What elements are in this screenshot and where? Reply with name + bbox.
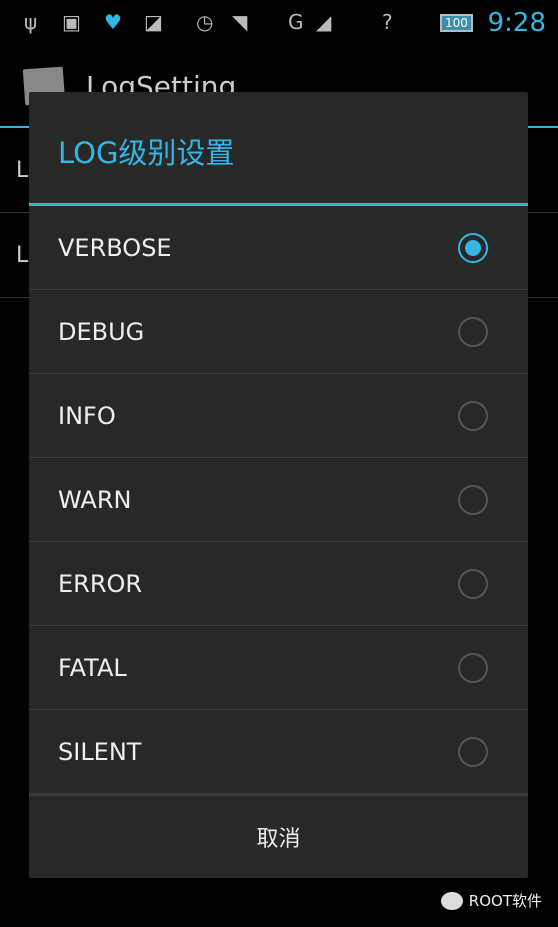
wechat-icon [440, 891, 463, 910]
radio-button[interactable] [458, 736, 488, 767]
network-type: G [288, 10, 304, 34]
option-verbose[interactable]: VERBOSE [29, 206, 528, 290]
image-icon: ◪ [144, 10, 163, 34]
option-label: SILENT [58, 737, 142, 766]
option-label: INFO [58, 401, 116, 430]
wifi-icon: ◥ [232, 10, 248, 34]
option-debug[interactable]: DEBUG [29, 290, 528, 374]
option-warn[interactable]: WARN [29, 458, 528, 542]
option-label: VERBOSE [58, 233, 172, 262]
option-label: WARN [58, 485, 132, 514]
clock: 9:28 [487, 8, 546, 38]
option-info[interactable]: INFO [29, 374, 528, 458]
log-level-dialog: LOG级别设置 VERBOSE DEBUG INFO WARN ERROR FATAL SI… [29, 92, 528, 878]
option-label: FATAL [58, 653, 127, 682]
option-silent[interactable]: SILENT [29, 710, 528, 794]
list-item[interactable]: L [16, 243, 28, 268]
radio-button[interactable] [458, 316, 488, 347]
usb-icon: ψ [24, 10, 38, 34]
option-error[interactable]: ERROR [29, 542, 528, 626]
shield-icon: ♥ [104, 10, 122, 34]
signal-icon: ◢ [316, 10, 332, 34]
dialog-title: LOG级别设置 [58, 136, 235, 170]
list-item[interactable]: L [16, 158, 28, 183]
cancel-button[interactable]: 取消 [29, 794, 528, 878]
watermark: ROOT软件 [440, 890, 542, 911]
radio-button[interactable] [458, 484, 488, 515]
radio-button[interactable] [458, 568, 488, 599]
option-label: ERROR [58, 569, 143, 598]
sim-unknown-icon: ? [382, 10, 393, 34]
radio-button[interactable] [458, 652, 488, 683]
alarm-icon: ◷ [196, 10, 214, 34]
status-bar: ψ ▣ ♥ ◪ ◷ ◥ G ◢ ? 100 9:28 [0, 0, 558, 48]
option-fatal[interactable]: FATAL [29, 626, 528, 710]
option-label: DEBUG [58, 317, 145, 346]
battery-icon: 100 [440, 14, 473, 32]
watermark-text: ROOT软件 [468, 892, 542, 910]
radio-button[interactable] [458, 400, 488, 431]
radio-button[interactable] [458, 232, 488, 263]
android-debug-icon: ▣ [62, 10, 81, 34]
